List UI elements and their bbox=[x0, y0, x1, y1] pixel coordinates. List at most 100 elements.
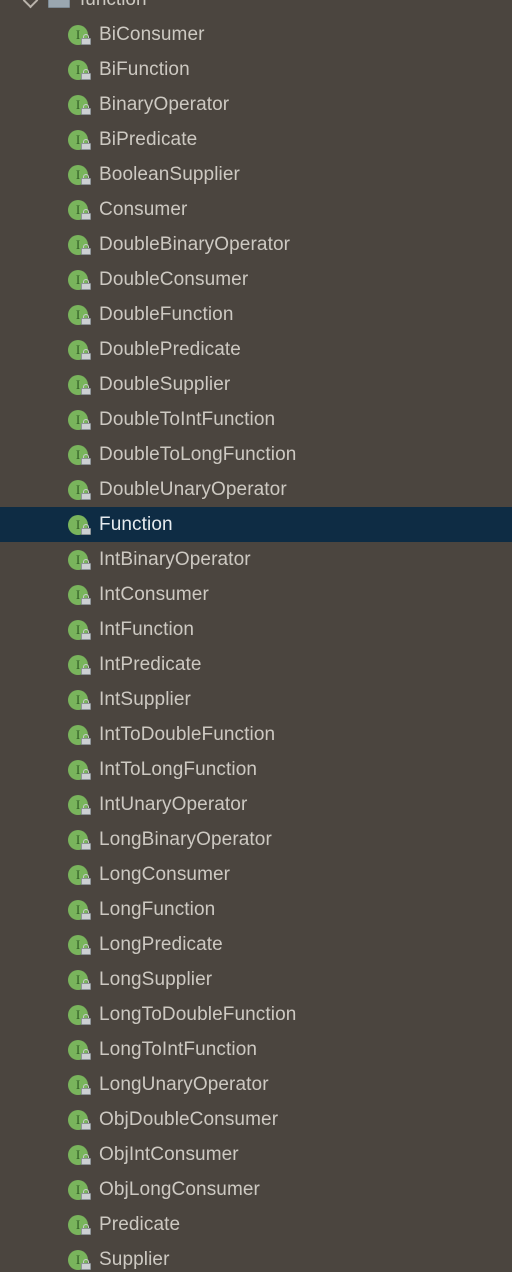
tree-node-item[interactable]: I LongUnaryOperator bbox=[0, 1067, 512, 1102]
tree-node-item[interactable]: I DoubleFunction bbox=[0, 297, 512, 332]
interface-locked-icon: I bbox=[68, 94, 93, 116]
tree-node-label: IntToDoubleFunction bbox=[99, 724, 276, 745]
tree-node-item[interactable]: I LongConsumer bbox=[0, 857, 512, 892]
tree-node-label: DoubleConsumer bbox=[99, 269, 249, 290]
interface-locked-icon: I bbox=[68, 549, 93, 571]
tree-node-label: DoubleToIntFunction bbox=[99, 409, 276, 430]
interface-locked-icon: I bbox=[68, 339, 93, 361]
tree-node-item[interactable]: I BinaryOperator bbox=[0, 87, 512, 122]
tree-node-item[interactable]: I DoublePredicate bbox=[0, 332, 512, 367]
tree-node-item[interactable]: I ObjIntConsumer bbox=[0, 1137, 512, 1172]
chevron-down-icon[interactable] bbox=[22, 0, 40, 9]
tree-node-item[interactable]: I Supplier bbox=[0, 1242, 512, 1272]
interface-locked-icon: I bbox=[68, 654, 93, 676]
tree-node-label: IntToLongFunction bbox=[99, 759, 258, 780]
project-structure-tree[interactable]: function I BiConsumer I BiFunction I BinaryOp… bbox=[0, 0, 512, 1270]
tree-node-item[interactable]: I DoubleBinaryOperator bbox=[0, 227, 512, 262]
tree-node-item[interactable]: I IntToLongFunction bbox=[0, 752, 512, 787]
interface-locked-icon: I bbox=[68, 934, 93, 956]
tree-node-label: IntUnaryOperator bbox=[99, 794, 248, 815]
tree-node-item[interactable]: I IntPredicate bbox=[0, 647, 512, 682]
tree-node-label: LongToIntFunction bbox=[99, 1039, 258, 1060]
interface-locked-icon: I bbox=[68, 689, 93, 711]
tree-node-label: IntFunction bbox=[99, 619, 195, 640]
tree-node-item[interactable]: I BiPredicate bbox=[0, 122, 512, 157]
tree-node-label: DoublePredicate bbox=[99, 339, 241, 360]
tree-node-item[interactable]: I LongToIntFunction bbox=[0, 1032, 512, 1067]
interface-locked-icon: I bbox=[68, 759, 93, 781]
tree-node-item[interactable]: I LongPredicate bbox=[0, 927, 512, 962]
tree-node-label: Supplier bbox=[99, 1249, 170, 1270]
tree-node-item[interactable]: I IntConsumer bbox=[0, 577, 512, 612]
tree-node-label: Consumer bbox=[99, 199, 188, 220]
tree-node-item[interactable]: I IntToDoubleFunction bbox=[0, 717, 512, 752]
tree-node-item[interactable]: I BooleanSupplier bbox=[0, 157, 512, 192]
tree-node-item[interactable]: I IntFunction bbox=[0, 612, 512, 647]
interface-locked-icon: I bbox=[68, 724, 93, 746]
tree-node-item[interactable]: I ObjLongConsumer bbox=[0, 1172, 512, 1207]
tree-node-item[interactable]: I BiFunction bbox=[0, 52, 512, 87]
interface-locked-icon: I bbox=[68, 1004, 93, 1026]
tree-node-item[interactable]: I DoubleSupplier bbox=[0, 367, 512, 402]
interface-locked-icon: I bbox=[68, 864, 93, 886]
tree-node-item[interactable]: I DoubleToIntFunction bbox=[0, 402, 512, 437]
tree-node-label: IntSupplier bbox=[99, 689, 191, 710]
tree-node-label: LongConsumer bbox=[99, 864, 231, 885]
tree-node-item[interactable]: I Consumer bbox=[0, 192, 512, 227]
tree-node-label: ObjIntConsumer bbox=[99, 1144, 239, 1165]
interface-locked-icon: I bbox=[68, 514, 93, 536]
tree-node-label: BiPredicate bbox=[99, 129, 198, 150]
interface-locked-icon: I bbox=[68, 129, 93, 151]
tree-node-item[interactable]: I LongToDoubleFunction bbox=[0, 997, 512, 1032]
interface-locked-icon: I bbox=[68, 234, 93, 256]
tree-node-label: IntBinaryOperator bbox=[99, 549, 251, 570]
interface-locked-icon: I bbox=[68, 1179, 93, 1201]
tree-node-item[interactable]: I DoubleConsumer bbox=[0, 262, 512, 297]
tree-node-item[interactable]: I LongSupplier bbox=[0, 962, 512, 997]
tree-node-label: LongUnaryOperator bbox=[99, 1074, 269, 1095]
interface-locked-icon: I bbox=[68, 1144, 93, 1166]
tree-node-label: DoubleFunction bbox=[99, 304, 234, 325]
interface-locked-icon: I bbox=[68, 619, 93, 641]
tree-node-label: DoubleToLongFunction bbox=[99, 444, 297, 465]
tree-node-label: Function bbox=[99, 514, 173, 535]
tree-node-label: ObjDoubleConsumer bbox=[99, 1109, 279, 1130]
tree-node-item[interactable]: I ObjDoubleConsumer bbox=[0, 1102, 512, 1137]
interface-locked-icon: I bbox=[68, 444, 93, 466]
tree-node-label: BinaryOperator bbox=[99, 94, 230, 115]
interface-locked-icon: I bbox=[68, 1074, 93, 1096]
interface-locked-icon: I bbox=[68, 409, 93, 431]
tree-node-item[interactable]: I Function bbox=[0, 507, 512, 542]
package-icon bbox=[48, 0, 70, 9]
tree-node-label: LongBinaryOperator bbox=[99, 829, 272, 850]
tree-node-label: LongFunction bbox=[99, 899, 216, 920]
tree-node-label: ObjLongConsumer bbox=[99, 1179, 260, 1200]
tree-node-item[interactable]: I Predicate bbox=[0, 1207, 512, 1242]
interface-locked-icon: I bbox=[68, 304, 93, 326]
interface-locked-icon: I bbox=[68, 1109, 93, 1131]
tree-node-label: BiConsumer bbox=[99, 24, 205, 45]
tree-node-label: BooleanSupplier bbox=[99, 164, 240, 185]
tree-node-label: BiFunction bbox=[99, 59, 190, 80]
tree-node-label: DoubleSupplier bbox=[99, 374, 231, 395]
interface-locked-icon: I bbox=[68, 479, 93, 501]
interface-locked-icon: I bbox=[68, 899, 93, 921]
tree-node-item[interactable]: I IntSupplier bbox=[0, 682, 512, 717]
tree-node-item[interactable]: I BiConsumer bbox=[0, 17, 512, 52]
tree-node-label: DoubleBinaryOperator bbox=[99, 234, 291, 255]
tree-node-item[interactable]: I IntBinaryOperator bbox=[0, 542, 512, 577]
interface-locked-icon: I bbox=[68, 199, 93, 221]
tree-node-label: IntPredicate bbox=[99, 654, 202, 675]
tree-node-package-function[interactable]: function bbox=[0, 0, 512, 17]
tree-node-item[interactable]: I DoubleToLongFunction bbox=[0, 437, 512, 472]
interface-locked-icon: I bbox=[68, 584, 93, 606]
interface-locked-icon: I bbox=[68, 24, 93, 46]
interface-locked-icon: I bbox=[68, 374, 93, 396]
tree-node-item[interactable]: I DoubleUnaryOperator bbox=[0, 472, 512, 507]
interface-locked-icon: I bbox=[68, 794, 93, 816]
tree-node-item[interactable]: I LongBinaryOperator bbox=[0, 822, 512, 857]
tree-node-item[interactable]: I LongFunction bbox=[0, 892, 512, 927]
interface-locked-icon: I bbox=[68, 164, 93, 186]
tree-node-item[interactable]: I IntUnaryOperator bbox=[0, 787, 512, 822]
tree-node-label: LongSupplier bbox=[99, 969, 213, 990]
